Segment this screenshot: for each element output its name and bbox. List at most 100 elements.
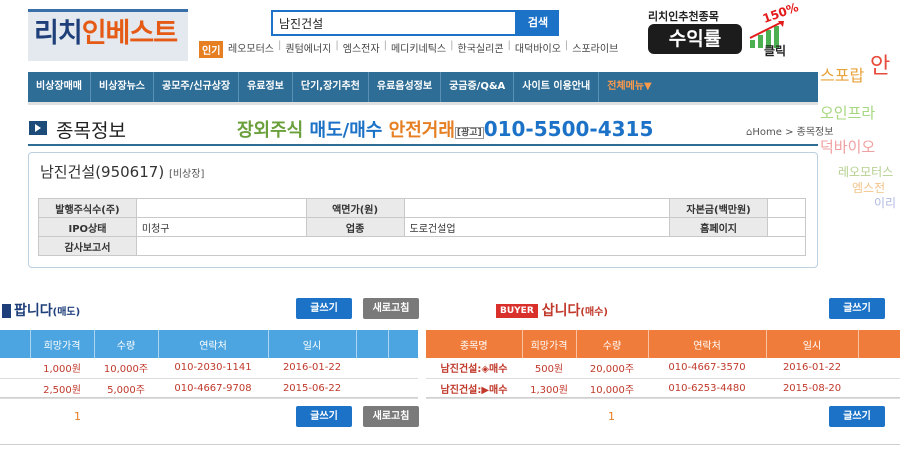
separator: |: [278, 40, 282, 51]
cloud-word[interactable]: 안: [870, 48, 890, 80]
sell-col-contact: 연락처: [158, 330, 269, 358]
cloud-word[interactable]: 이리: [874, 194, 896, 211]
buy-pager[interactable]: 1: [608, 410, 615, 423]
buy-contact: 010-4667-3570: [648, 358, 766, 379]
ad-text-2: 매도/매수: [309, 120, 383, 141]
main-nav: 비상장매매 비상장뉴스 공모주/신규상장 유료정보 단기,장기추천 유료음성정보…: [28, 72, 818, 102]
logo-text-1: 리치: [34, 18, 83, 49]
par-label: 액면가(원): [305, 198, 405, 218]
sell-title: 팝니다(매도): [2, 300, 80, 320]
sell-col-blank: [0, 330, 31, 358]
recommend-main: 수익률: [648, 24, 742, 54]
buy-col-name: 종목명: [426, 330, 523, 358]
table-row[interactable]: 1,000원 10,000주 010-2030-1141 2016-01-22: [0, 358, 418, 379]
popular-keyword[interactable]: 메디키네틱스: [391, 40, 446, 55]
sell-date: 2015-06-22: [268, 378, 356, 399]
stock-name-text: 남진건설(950617): [40, 163, 165, 181]
sell-refresh-button[interactable]: 새로고침: [363, 298, 419, 319]
shares-label: 발행주식수(주): [38, 198, 137, 218]
sell-pager[interactable]: 1: [74, 410, 81, 423]
search-button[interactable]: 검색: [517, 10, 559, 36]
capital-value: [767, 198, 806, 218]
table-row[interactable]: 남진건설:▶매수 1,300원 10,000주 010-6253-4480 20…: [426, 378, 900, 399]
nav-item[interactable]: 공모주/신규상장: [154, 72, 240, 102]
popular-keyword[interactable]: 대덕바이오: [515, 40, 561, 55]
buy-name[interactable]: 남진건설:◈매수: [426, 358, 522, 379]
table-row[interactable]: 2,500원 5,000주 010-4667-9708 2015-06-22: [0, 378, 418, 399]
buy-table-bottom: [426, 397, 900, 398]
cloud-word[interactable]: 오인프라: [820, 102, 875, 123]
sell-subtitle: (매도): [52, 307, 81, 318]
nav-item[interactable]: 유료정보: [239, 72, 293, 102]
buy-table: 종목명 희망가격 수량 연락처 일시 남진건설:◈매수 500원 20,000주…: [426, 330, 900, 399]
audit-label: 감사보고서: [38, 236, 137, 256]
nav-all-menu[interactable]: 전체메뉴▼: [599, 72, 660, 102]
popular-keyword[interactable]: 스포라이브: [572, 40, 618, 55]
buy-date: 2016-01-22: [766, 358, 858, 379]
cloud-word[interactable]: 레오모터스: [838, 163, 893, 180]
sell-contact: 010-2030-1141: [158, 358, 268, 379]
buy-title: BUYER 삽니다(매수): [496, 300, 608, 320]
logo-text-2: 인베스트: [81, 18, 178, 49]
nav-item[interactable]: 단기,장기추천: [293, 72, 369, 102]
homepage-value[interactable]: [767, 217, 806, 237]
par-value: [403, 198, 671, 218]
sell-col-extra: [388, 330, 419, 358]
homepage-label: 홈페이지: [669, 217, 769, 237]
buy-write-button[interactable]: 글쓰기: [829, 298, 885, 319]
separator: |: [450, 40, 454, 51]
popular-keyword[interactable]: 레오모터스: [228, 40, 274, 55]
buy-subtitle: (매수): [580, 307, 608, 318]
sell-write-button-bottom[interactable]: 글쓰기: [296, 406, 352, 427]
sell-table: 희망가격 수량 연락처 일시 1,000원 10,000주 010-2030-1…: [0, 330, 419, 399]
popular-keyword[interactable]: 퀀텀에너지: [285, 40, 331, 55]
page-title: 종목정보: [56, 120, 126, 142]
popular-badge: 인기: [199, 41, 224, 58]
breadcrumb-home[interactable]: Home: [752, 127, 782, 138]
ipo-label: IPO상태: [38, 217, 137, 237]
audit-value[interactable]: [135, 236, 807, 256]
separator: |: [383, 40, 387, 51]
stock-name: 남진건설(950617) [비상장]: [40, 161, 204, 182]
recommend-subtitle: 리치인추천종목: [648, 10, 719, 23]
nav-item[interactable]: 사이트 이용안내: [514, 72, 600, 102]
sell-qty: 10,000주: [94, 358, 158, 379]
nav-item[interactable]: 유료음성정보: [369, 72, 442, 102]
buy-col-contact: 연락처: [648, 330, 767, 358]
buy-title-text: 삽니다: [541, 303, 581, 319]
site-logo[interactable]: 리치인베스트: [28, 9, 188, 61]
buy-price: 1,300원: [522, 378, 576, 399]
popular-keyword[interactable]: 엠스전자: [343, 40, 380, 55]
ad-banner[interactable]: 장외주식 매도/매수 안전거래 [광고] 010-5500-4315: [237, 116, 653, 142]
search-input[interactable]: [271, 10, 517, 36]
table-row[interactable]: 남진건설:◈매수 500원 20,000주 010-4667-3570 2016…: [426, 358, 900, 379]
popular-keyword[interactable]: 한국실리콘: [458, 40, 504, 55]
cloud-word[interactable]: 스포랍: [820, 62, 864, 86]
buy-write-button-bottom[interactable]: 글쓰기: [829, 406, 885, 427]
capital-label: 자본금(백만원): [669, 198, 769, 218]
ad-text-1: 장외주식: [237, 120, 304, 141]
sector-value: 도로건설업: [403, 217, 671, 237]
cloud-word[interactable]: 덕바이오: [820, 136, 875, 157]
sell-icon: [2, 304, 11, 318]
buyer-badge: BUYER: [496, 304, 538, 318]
buy-name[interactable]: 남진건설:▶매수: [426, 378, 522, 399]
sell-refresh-button-bottom[interactable]: 새로고침: [363, 406, 419, 427]
ad-phone: 010-5500-4315: [483, 117, 654, 141]
buy-col-extra: [858, 330, 900, 358]
nav-item[interactable]: 비상장매매: [28, 72, 91, 102]
title-divider: [28, 144, 818, 146]
sell-price: 1,000원: [30, 358, 94, 379]
sell-table-bottom: [0, 397, 418, 398]
nav-item[interactable]: 궁금증/Q&A: [441, 72, 515, 102]
ad-tag: [광고]: [454, 126, 484, 139]
nav-item[interactable]: 비상장뉴스: [91, 72, 154, 102]
sell-col-price: 희망가격: [30, 330, 95, 358]
recommend-banner[interactable]: 리치인추천종목 수익률 150% 클릭: [648, 0, 818, 62]
sell-title-text: 팝니다: [14, 303, 53, 319]
buy-col-date: 일시: [766, 330, 859, 358]
sell-write-button[interactable]: 글쓰기: [296, 298, 352, 319]
buy-price: 500원: [522, 358, 576, 379]
breadcrumb-separator: >: [785, 127, 794, 138]
buy-qty: 10,000주: [576, 378, 648, 399]
